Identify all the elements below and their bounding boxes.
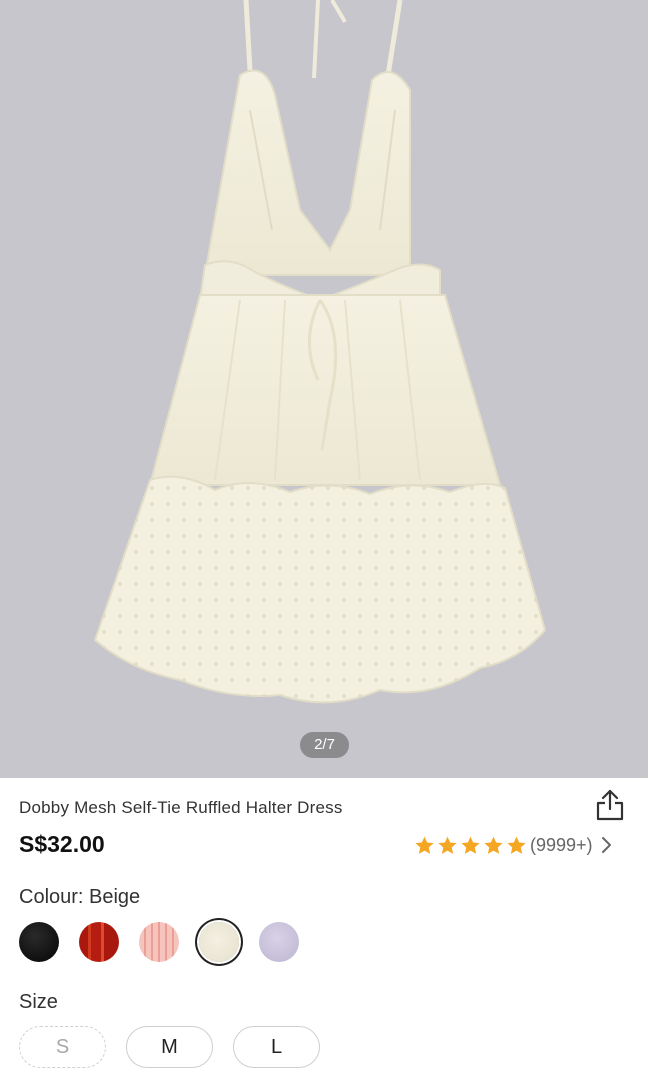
star-icon xyxy=(507,836,526,854)
share-icon[interactable] xyxy=(594,788,626,822)
product-image xyxy=(93,0,547,704)
star-icon xyxy=(484,836,503,854)
product-image-gallery[interactable]: 2/7 xyxy=(0,0,648,778)
star-icon xyxy=(438,836,457,854)
colour-swatch-lavender[interactable] xyxy=(259,922,299,962)
size-option-m[interactable]: M xyxy=(126,1026,213,1068)
colour-swatch-red[interactable] xyxy=(79,922,119,962)
size-option-s[interactable]: S xyxy=(19,1026,106,1068)
colour-swatch-black[interactable] xyxy=(19,922,59,962)
star-icon xyxy=(461,836,480,854)
colour-swatches xyxy=(19,922,299,962)
size-options: S M L xyxy=(19,1026,320,1068)
image-page-indicator: 2/7 xyxy=(300,732,349,758)
colour-label: Colour: Beige xyxy=(19,886,141,908)
star-icon xyxy=(415,836,434,854)
rating-count: (9999+) xyxy=(530,834,593,855)
colour-swatch-beige[interactable] xyxy=(199,922,239,962)
product-rating[interactable]: (9999+) xyxy=(414,834,613,856)
size-option-l[interactable]: L xyxy=(233,1026,320,1068)
rating-stars xyxy=(414,835,527,856)
chevron-right-icon[interactable] xyxy=(601,836,613,854)
size-label: Size xyxy=(19,991,58,1013)
product-info-panel: Dobby Mesh Self-Tie Ruffled Halter Dress… xyxy=(0,778,648,1080)
product-title: Dobby Mesh Self-Tie Ruffled Halter Dress xyxy=(19,798,343,817)
colour-swatch-pink-stripe[interactable] xyxy=(139,922,179,962)
product-price: S$32.00 xyxy=(19,831,105,857)
